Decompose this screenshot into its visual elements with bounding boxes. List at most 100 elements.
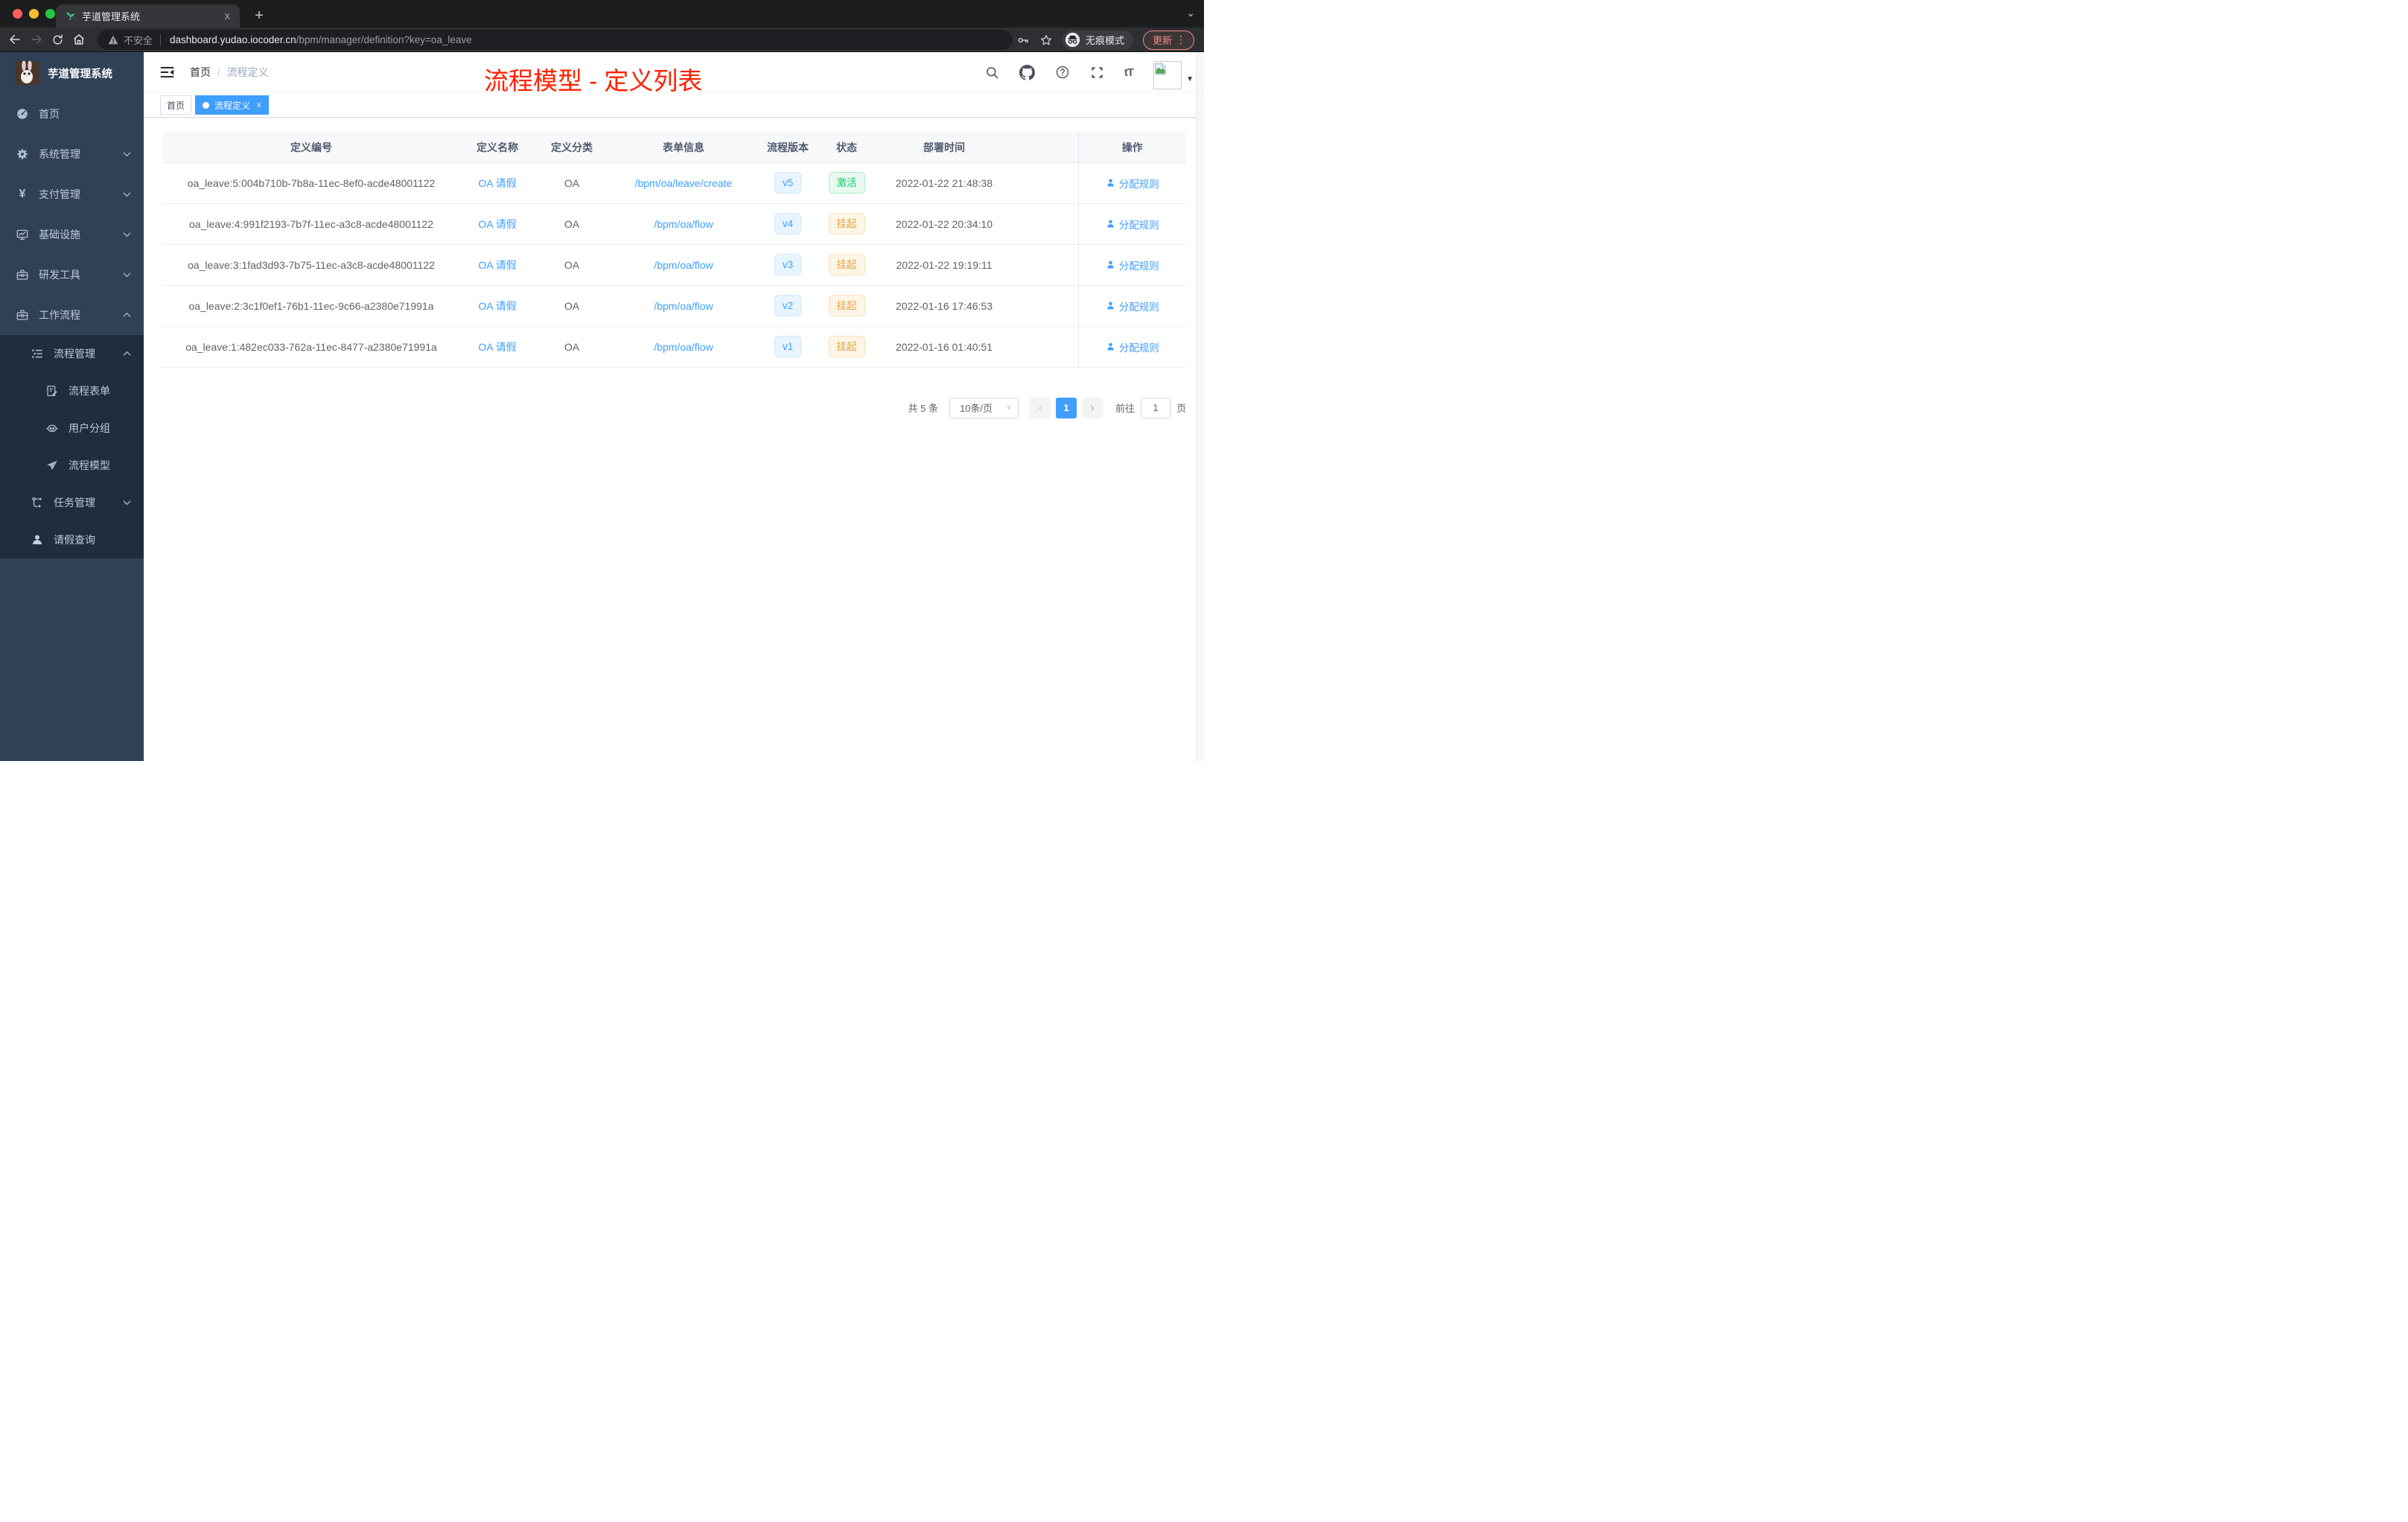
browser-tab[interactable]: 芋道管理系统 x	[56, 4, 240, 28]
table-row: oa_leave:2:3c1f0ef1-76b1-11ec-9c66-a2380…	[162, 285, 1186, 327]
column-spacer	[1013, 133, 1078, 163]
form-link[interactable]: /bpm/oa/flow	[654, 300, 713, 312]
definition-name-link[interactable]: OA 请假	[478, 218, 516, 230]
page-content: 定义编号 定义名称 定义分类 表单信息 流程版本 状态 部署时间 操作 oa_l…	[144, 118, 1204, 418]
definition-id: oa_leave:1:482ec033-762a-11ec-8477-a2380…	[162, 326, 460, 368]
definition-name-link[interactable]: OA 请假	[478, 341, 516, 353]
browser-menu-kebab-icon[interactable]: ⋮	[1172, 34, 1190, 46]
page-size-value: 10条/页	[959, 403, 993, 414]
sidebar-item-user-group[interactable]: 用户分组	[0, 410, 144, 447]
maximize-window-button[interactable]	[45, 9, 55, 19]
table-row: oa_leave:3:1fad3d93-7b75-11ec-a3c8-acde4…	[162, 244, 1186, 286]
deploy-time: 2022-01-22 21:48:38	[876, 162, 1013, 204]
password-key-icon[interactable]	[1016, 34, 1030, 47]
sidebar-item-label: 首页	[39, 108, 60, 120]
update-button[interactable]: 更新 ⋮	[1142, 30, 1194, 50]
goto-page-input[interactable]: 1	[1140, 397, 1170, 418]
breadcrumb-separator: /	[217, 66, 220, 78]
tag-close-icon[interactable]: x	[257, 101, 261, 109]
status-badge: 挂起	[828, 336, 865, 357]
sidebar-item-leave-query[interactable]: 请假查询	[0, 521, 144, 558]
send-icon	[45, 459, 59, 472]
sidebar-item-infrastructure[interactable]: 基础设施	[0, 214, 144, 255]
tag-home[interactable]: 首页	[160, 95, 192, 115]
table-row: oa_leave:4:991f2193-7b7f-11ec-a3c8-acde4…	[162, 203, 1186, 245]
definition-name-link[interactable]: OA 请假	[478, 300, 516, 312]
github-icon[interactable]	[1019, 64, 1035, 80]
help-icon[interactable]	[1055, 65, 1070, 80]
avatar-menu[interactable]: ▼	[1153, 61, 1194, 89]
column-header: 状态	[818, 133, 876, 163]
search-icon[interactable]	[985, 66, 999, 80]
current-page-button[interactable]: 1	[1055, 397, 1077, 418]
version-badge: v5	[774, 172, 802, 194]
sidebar-logo[interactable]: 芋道管理系统	[0, 52, 144, 94]
definition-category: OA	[535, 162, 609, 204]
close-window-button[interactable]	[13, 9, 22, 19]
back-button[interactable]	[8, 33, 22, 46]
assign-rule-link[interactable]: 分配规则	[1106, 258, 1159, 273]
minimize-window-button[interactable]	[29, 9, 39, 19]
table-row: oa_leave:1:482ec033-762a-11ec-8477-a2380…	[162, 326, 1186, 368]
assign-rule-link[interactable]: 分配规则	[1106, 176, 1159, 191]
navbar-right: tT ▼	[985, 55, 1204, 89]
avatar-caret-icon[interactable]: ▼	[1186, 75, 1194, 83]
table-header-row: 定义编号 定义名称 定义分类 表单信息 流程版本 状态 部署时间 操作	[162, 133, 1186, 163]
new-tab-button[interactable]: +	[249, 6, 270, 27]
chevron-up-icon	[123, 351, 131, 357]
assign-rule-link[interactable]: 分配规则	[1106, 340, 1159, 354]
form-link[interactable]: /bpm/oa/flow	[654, 341, 713, 353]
sidebar-fold-icon[interactable]	[160, 66, 174, 79]
sidebar-item-process-form[interactable]: 流程表单	[0, 372, 144, 410]
assign-rule-link[interactable]: 分配规则	[1106, 299, 1159, 313]
sidebar-item-label: 任务管理	[54, 497, 95, 509]
column-header: 定义编号	[162, 133, 460, 163]
gear-icon	[16, 147, 29, 161]
page-size-select[interactable]: 10条/页 ∨	[949, 397, 1019, 418]
tab-search-chevron-icon[interactable]: ⌄	[1186, 7, 1195, 19]
column-header: 操作	[1077, 133, 1186, 163]
sidebar-item-workflow[interactable]: 工作流程	[0, 295, 144, 335]
sidebar-item-payment[interactable]: ¥ 支付管理	[0, 174, 144, 214]
font-size-icon[interactable]: tT	[1124, 66, 1134, 79]
url-host: dashboard.yudao.iocoder.cn	[170, 34, 296, 45]
cell-spacer	[1013, 326, 1078, 368]
version-badge: v3	[774, 254, 802, 276]
assign-rule-link[interactable]: 分配规则	[1106, 217, 1159, 232]
next-page-button[interactable]: ›	[1081, 397, 1103, 418]
forward-button[interactable]	[30, 33, 43, 46]
definition-name-link[interactable]: OA 请假	[478, 177, 516, 189]
sidebar-item-dev-tools[interactable]: 研发工具	[0, 255, 144, 295]
yen-icon: ¥	[19, 188, 26, 200]
form-link[interactable]: /bpm/oa/leave/create	[635, 177, 733, 189]
definition-table: 定义编号 定义名称 定义分类 表单信息 流程版本 状态 部署时间 操作 oa_l…	[162, 133, 1186, 368]
sidebar-item-process-management[interactable]: 流程管理	[0, 335, 144, 372]
breadcrumb-home[interactable]: 首页	[190, 65, 211, 80]
sidebar-item-home[interactable]: 首页	[0, 94, 144, 134]
sidebar-item-system[interactable]: 系统管理	[0, 134, 144, 174]
security-warning-icon[interactable]	[108, 35, 118, 45]
version-badge: v1	[774, 336, 802, 357]
page-scrollbar[interactable]	[1196, 52, 1204, 761]
tab-close-icon[interactable]: x	[223, 10, 233, 22]
definition-name-link[interactable]: OA 请假	[478, 259, 516, 271]
sidebar-item-label: 工作流程	[39, 309, 80, 321]
cell-spacer	[1013, 162, 1078, 204]
reload-button[interactable]	[51, 34, 64, 46]
form-link[interactable]: /bpm/oa/flow	[654, 218, 713, 230]
home-button[interactable]	[72, 33, 86, 46]
url-bar[interactable]: 不安全 dashboard.yudao.iocoder.cn/bpm/manag…	[98, 30, 1013, 50]
bookmark-star-icon[interactable]	[1039, 34, 1053, 47]
security-label[interactable]: 不安全	[124, 33, 153, 47]
sidebar-item-process-model[interactable]: 流程模型	[0, 447, 144, 484]
browser-chrome: 芋道管理系统 x + ⌄ 不安全 dashboard.yudao.iocoder…	[0, 0, 1204, 52]
toolbar-right: 无痕模式 更新 ⋮	[1016, 28, 1194, 52]
form-link[interactable]: /bpm/oa/flow	[654, 259, 713, 271]
tag-process-definition[interactable]: 流程定义 x	[195, 95, 269, 115]
sidebar-item-task-management[interactable]: 任务管理	[0, 484, 144, 521]
tags-view-bar: 首页 流程定义 x	[144, 93, 1204, 118]
robot-icon	[45, 421, 59, 435]
prev-page-button[interactable]: ‹	[1029, 397, 1051, 418]
fullscreen-icon[interactable]	[1090, 66, 1104, 80]
sidebar-item-label: 基础设施	[39, 229, 80, 241]
